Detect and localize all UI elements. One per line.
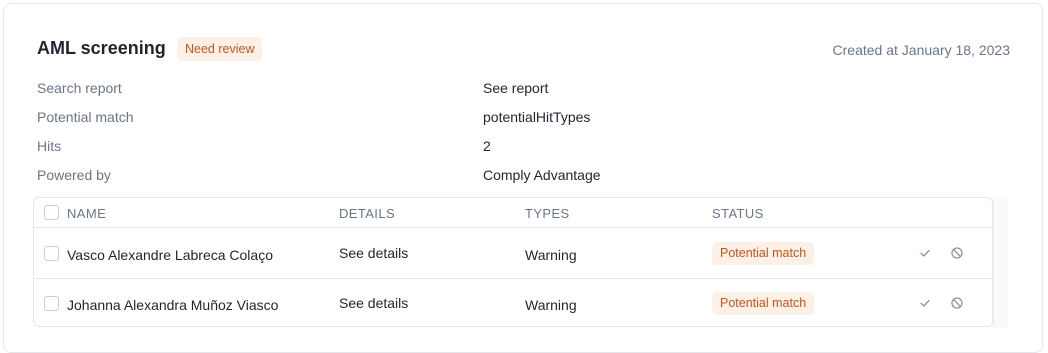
potential-match-badge: Potential match [712, 292, 815, 315]
check-icon[interactable] [918, 246, 932, 260]
column-header-details: DETAILS [339, 206, 396, 221]
row-name: Johanna Alexandra Muñoz Viasco [67, 297, 279, 313]
table-header: NAME DETAILS TYPES STATUS [34, 198, 992, 228]
detail-label: Search report [37, 80, 122, 96]
row-checkbox[interactable] [44, 246, 59, 261]
select-all-checkbox[interactable] [44, 205, 59, 220]
created-at: Created at January 18, 2023 [832, 42, 1010, 58]
table-row: Johanna Alexandra Muñoz Viasco See detai… [34, 279, 992, 326]
row-checkbox[interactable] [44, 296, 59, 311]
detail-label: Powered by [37, 167, 111, 183]
card-title: AML screening [37, 38, 166, 58]
block-icon[interactable] [950, 246, 964, 260]
row-type: Warning [525, 297, 577, 313]
detail-value: potentialHitTypes [483, 109, 591, 125]
row-type: Warning [525, 247, 577, 263]
table-row: Vasco Alexandre Labreca Colaço See detai… [34, 229, 992, 279]
status-badge: Need review [177, 37, 263, 61]
detail-value: 2 [483, 138, 491, 154]
column-header-status: STATUS [712, 206, 764, 221]
column-header-types: TYPES [525, 206, 570, 221]
hits-table: NAME DETAILS TYPES STATUS Vasco Alexandr… [33, 197, 993, 327]
table-scrollbar[interactable] [993, 197, 1008, 328]
block-icon[interactable] [950, 296, 964, 310]
potential-match-badge: Potential match [712, 242, 815, 265]
detail-label: Potential match [37, 109, 134, 125]
row-name: Vasco Alexandre Labreca Colaço [67, 247, 273, 263]
check-icon[interactable] [918, 296, 932, 310]
see-report-link[interactable]: See report [483, 80, 548, 96]
detail-value: Comply Advantage [483, 167, 601, 183]
column-header-name: NAME [67, 206, 107, 221]
detail-label: Hits [37, 138, 62, 154]
see-details-link[interactable]: See details [339, 245, 408, 261]
see-details-link[interactable]: See details [339, 295, 408, 311]
